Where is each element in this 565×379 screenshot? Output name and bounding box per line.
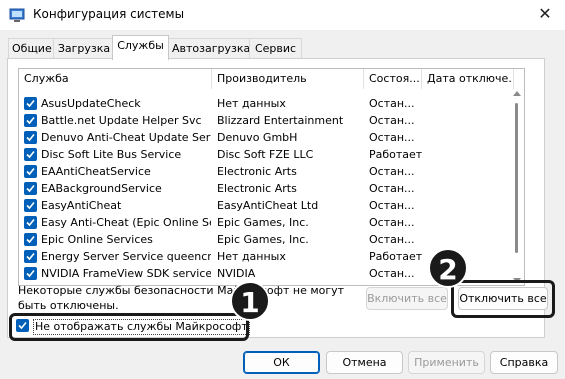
table-row[interactable]: Denuvo Anti-Cheat Update Service Denuvo G… [19, 129, 509, 146]
row-status: Остан... [369, 131, 415, 144]
row-manufacturer: Electronic Arts [217, 182, 297, 195]
row-disabled-date [427, 146, 512, 163]
row-service-name: Easy Anti-Cheat (Epic Online Ser... [41, 216, 211, 229]
enable-all-button[interactable]: Включить все [366, 287, 448, 310]
cancel-button[interactable]: Отмена [326, 351, 403, 374]
col-status[interactable]: Состоя... [364, 69, 422, 89]
row-manufacturer: Denuvo GmbH [217, 131, 298, 144]
row-disabled-date [427, 180, 512, 197]
col-service[interactable]: Служба [19, 69, 212, 89]
row-manufacturer: Нет данных [217, 97, 286, 110]
col-manufacturer[interactable]: Производитель [212, 69, 364, 89]
row-manufacturer: Epic Games, Inc. [217, 233, 309, 246]
row-disabled-date [427, 95, 512, 112]
row-manufacturer: Blizzard Entertainment [217, 114, 344, 127]
table-row[interactable]: Easy Anti-Cheat (Epic Online Ser... Epic … [19, 214, 509, 231]
row-status: Остан... [369, 114, 415, 127]
row-service-name: Epic Online Services [41, 233, 153, 246]
table-row[interactable]: EAAntiCheatService Electronic Arts Остан..… [19, 163, 509, 180]
highlight-box-1 [9, 313, 249, 341]
step-badge-2: 2 [428, 248, 468, 288]
col-disabled-date[interactable]: Дата отключе... [422, 69, 514, 89]
row-service-name: Energy Server Service queencreek [41, 250, 211, 263]
row-status: Остан... [369, 267, 415, 280]
table-row[interactable]: Epic Online Services Epic Games, Inc. Оста… [19, 231, 509, 248]
scroll-thumb[interactable] [515, 103, 518, 253]
table-row[interactable]: EasyAntiCheat EasyAntiCheat Ltd Остан... [19, 197, 509, 214]
row-service-name: EABackgroundService [41, 182, 162, 195]
scrollbar[interactable] [510, 89, 524, 285]
scroll-up-icon[interactable] [513, 91, 521, 96]
row-disabled-date [427, 214, 512, 231]
row-status: Работает [369, 250, 423, 263]
apply-button[interactable]: Применить [408, 351, 485, 374]
checkbox-checked-icon[interactable] [24, 267, 37, 280]
row-status: Остан... [369, 216, 415, 229]
checkbox-checked-icon[interactable] [24, 165, 37, 178]
row-service-name: Battle.net Update Helper Svc [41, 114, 202, 127]
tab-services[interactable]: Службы [112, 35, 169, 60]
checkbox-checked-icon[interactable] [24, 199, 37, 212]
row-service-name: Denuvo Anti-Cheat Update Service [41, 131, 211, 144]
row-disabled-date [427, 197, 512, 214]
close-icon[interactable]: ✕ [535, 4, 555, 24]
row-status: Работает [369, 148, 423, 161]
row-manufacturer: EasyAntiCheat Ltd [217, 199, 319, 212]
window-title: Конфигурация системы [33, 7, 185, 21]
table-row[interactable]: Disc Soft Lite Bus Service Disc Soft FZE … [19, 146, 509, 163]
highlight-box-2 [451, 280, 555, 318]
checkbox-checked-icon[interactable] [24, 148, 37, 161]
title-bar: Конфигурация системы ✕ [0, 0, 565, 30]
checkbox-checked-icon[interactable] [24, 131, 37, 144]
table-row[interactable]: Battle.net Update Helper Svc Blizzard Ent… [19, 112, 509, 129]
row-manufacturer: Electronic Arts [217, 165, 297, 178]
row-service-name: EAAntiCheatService [41, 165, 151, 178]
tab-startup[interactable]: Автозагрузка [168, 38, 250, 60]
security-note: Некоторые службы безопасности Майкрософт… [18, 284, 345, 312]
row-status: Остан... [369, 165, 415, 178]
list-header: Служба Производитель Состоя... Дата откл… [19, 69, 524, 89]
help-button[interactable]: Справка [490, 351, 558, 374]
row-service-name: AsusUpdateCheck [41, 97, 141, 110]
ok-button[interactable]: ОК [243, 351, 320, 374]
row-disabled-date [427, 163, 512, 180]
checkbox-checked-icon[interactable] [24, 250, 37, 263]
checkbox-checked-icon[interactable] [24, 233, 37, 246]
checkbox-checked-icon[interactable] [24, 182, 37, 195]
table-row[interactable]: EABackgroundService Electronic Arts Остан.… [19, 180, 509, 197]
row-status: Остан... [369, 233, 415, 246]
checkbox-checked-icon[interactable] [24, 97, 37, 110]
row-disabled-date [427, 112, 512, 129]
tab-general[interactable]: Общие [8, 38, 54, 60]
row-service-name: NVIDIA FrameView SDK service [41, 267, 211, 280]
row-disabled-date [427, 231, 512, 248]
row-manufacturer: Disc Soft FZE LLC [217, 148, 314, 161]
row-service-name: EasyAntiCheat [41, 199, 122, 212]
row-manufacturer: Нет данных [217, 250, 286, 263]
row-disabled-date [427, 129, 512, 146]
table-row[interactable]: AsusUpdateCheck Нет данных Остан... [19, 95, 509, 112]
checkbox-checked-icon[interactable] [24, 216, 37, 229]
row-status: Остан... [369, 182, 415, 195]
step-badge-1: 1 [230, 281, 270, 321]
row-status: Остан... [369, 199, 415, 212]
row-manufacturer: Epic Games, Inc. [217, 216, 309, 229]
row-manufacturer: NVIDIA [217, 267, 256, 280]
system-config-icon [9, 8, 25, 22]
checkbox-checked-icon[interactable] [24, 114, 37, 127]
row-service-name: Disc Soft Lite Bus Service [41, 148, 182, 161]
tab-tools[interactable]: Сервис [249, 38, 302, 60]
tab-boot[interactable]: Загрузка [53, 38, 115, 60]
row-status: Остан... [369, 97, 415, 110]
